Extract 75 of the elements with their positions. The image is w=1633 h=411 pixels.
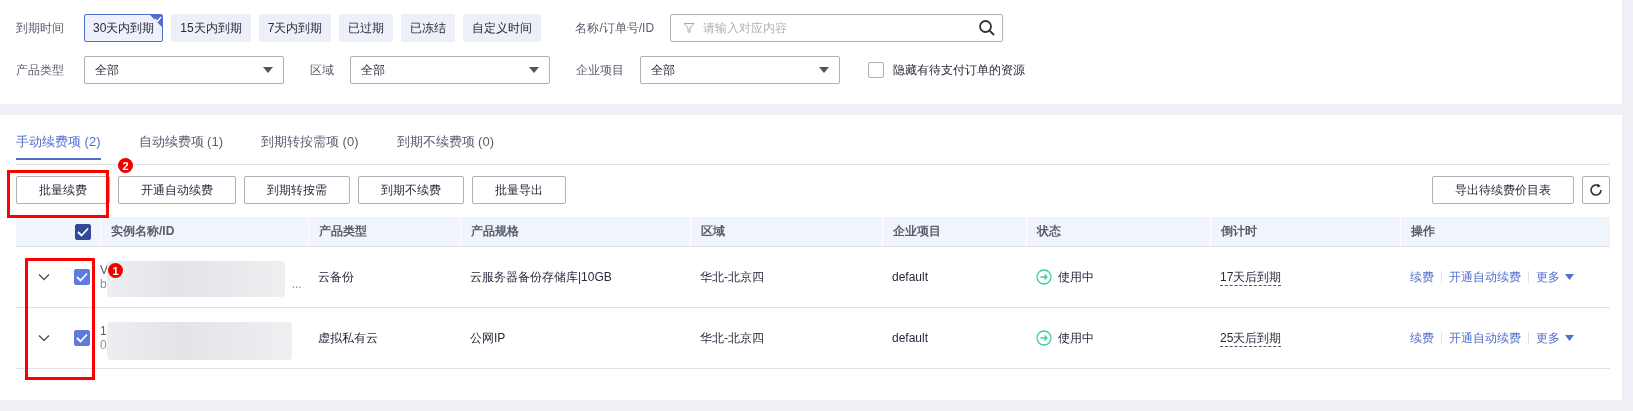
table-cell-text: 华北-北京四 xyxy=(699,329,765,347)
instance-name: 1 xyxy=(100,324,107,338)
action-link[interactable]: 续费 xyxy=(1410,329,1434,347)
filter-chip[interactable]: 已冻结 xyxy=(401,14,456,42)
chevron-down-icon xyxy=(38,334,50,342)
filter-chip[interactable]: 30天内到期 xyxy=(84,14,164,42)
caret-icon xyxy=(819,67,829,73)
toolbar-button[interactable]: 批量导出 xyxy=(472,176,566,204)
tab[interactable]: 手动续费项 (2) xyxy=(16,125,101,160)
checkbox[interactable] xyxy=(75,223,91,240)
dropdown[interactable]: 全部 xyxy=(84,56,284,84)
chevron-down-icon xyxy=(38,273,50,281)
search-icon xyxy=(978,19,997,37)
filter-label: 区域 xyxy=(310,61,334,79)
toolbar-button[interactable]: 批量续费 xyxy=(16,176,110,204)
table-cell-text: 云备份 xyxy=(317,268,355,286)
column-header: 倒计时 xyxy=(1210,217,1400,246)
status-text: 使用中 xyxy=(1058,329,1094,347)
filter-chip[interactable]: 自定义时间 xyxy=(463,14,542,42)
table-cell-text: 云服务器备份存储库|10GB xyxy=(469,268,613,286)
toolbar-button[interactable]: 到期不续费 xyxy=(358,176,464,204)
step-badge: 2 xyxy=(118,158,133,173)
instance-id: b xyxy=(100,277,107,291)
column-header: 操作 xyxy=(1400,217,1610,246)
action-link[interactable]: 续费 xyxy=(1410,268,1434,286)
filter-label: 企业项目 xyxy=(576,61,624,79)
table-cell-text: 华北-北京四 xyxy=(699,268,765,286)
toolbar-button[interactable]: 开通自动续费 xyxy=(118,176,236,204)
checkbox-label: 隐藏有待支付订单的资源 xyxy=(893,61,1025,79)
action-link[interactable]: 开通自动续费 xyxy=(1449,268,1521,286)
tab[interactable]: 到期转按需项 (0) xyxy=(261,125,359,160)
filter-label: 名称/订单号/ID xyxy=(575,19,655,37)
column-header: 企业项目 xyxy=(882,217,1026,246)
dropdown[interactable]: 全部 xyxy=(350,56,550,84)
ellipsis: ... xyxy=(291,277,302,291)
toolbar-button[interactable]: 到期转按需 xyxy=(244,176,350,204)
column-header: 实例名称/ID xyxy=(100,217,308,246)
filter-label: 产品类型 xyxy=(16,61,65,79)
column-header: 状态 xyxy=(1026,217,1210,246)
caret-icon xyxy=(529,67,539,73)
caret-icon xyxy=(1565,274,1574,280)
checkbox[interactable] xyxy=(868,62,884,78)
column-header: 产品类型 xyxy=(308,217,460,246)
caret-icon xyxy=(263,67,273,73)
caret-icon xyxy=(1565,335,1574,341)
column-header: 区域 xyxy=(690,217,882,246)
export-button[interactable]: 导出待续费价目表 xyxy=(1432,176,1574,204)
expand-toggle[interactable] xyxy=(36,332,52,344)
countdown-text: 17天后到期 xyxy=(1220,268,1282,286)
column-header: 产品规格 xyxy=(460,217,690,246)
table-cell-text: 公网IP xyxy=(469,329,507,347)
tab[interactable]: 到期不续费项 (0) xyxy=(396,125,494,160)
table-cell-text: default xyxy=(891,330,930,347)
more-link[interactable]: 更多 xyxy=(1536,329,1574,347)
more-link[interactable]: 更多 xyxy=(1536,268,1574,286)
dropdown[interactable]: 全部 xyxy=(640,56,840,84)
filter-icon xyxy=(683,22,696,34)
checkbox[interactable] xyxy=(74,330,90,346)
table-cell-text: default xyxy=(891,269,930,286)
refresh-button[interactable] xyxy=(1582,176,1610,204)
checkbox[interactable] xyxy=(74,269,90,285)
filter-chip[interactable]: 15天内到期 xyxy=(171,14,251,42)
action-link[interactable]: 开通自动续费 xyxy=(1449,329,1521,347)
instance-id: 0 xyxy=(100,338,107,352)
filter-chip[interactable]: 7天内到期 xyxy=(258,14,332,42)
tab[interactable]: 自动续费项 (1) xyxy=(138,125,223,160)
search-field[interactable]: 请输入对应内容 xyxy=(670,14,1004,42)
countdown-text: 25天后到期 xyxy=(1220,329,1282,347)
filter-chip[interactable]: 已过期 xyxy=(339,14,394,42)
expand-toggle[interactable] xyxy=(36,271,52,283)
filter-label: 到期时间 xyxy=(16,19,65,37)
table-cell-text: 虚拟私有云 xyxy=(317,329,379,347)
status-text: 使用中 xyxy=(1058,268,1094,286)
refresh-icon xyxy=(1588,182,1604,198)
instance-name: V xyxy=(100,263,108,277)
